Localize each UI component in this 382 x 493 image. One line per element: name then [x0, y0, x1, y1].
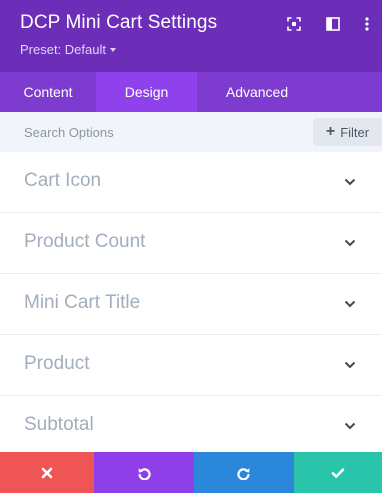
tab-content[interactable]: Content	[0, 72, 96, 112]
action-footer	[0, 452, 382, 493]
toggle-title: Product	[24, 353, 90, 374]
toggle-subtotal[interactable]: Subtotal	[0, 396, 382, 450]
sidebar-layout-icon[interactable]	[325, 16, 341, 32]
undo-button[interactable]	[94, 452, 194, 493]
toggle-title: Cart Icon	[24, 170, 102, 191]
settings-tabs: Content Design Advanced	[0, 72, 382, 112]
search-bar: + Filter	[0, 112, 382, 152]
fullscreen-icon[interactable]	[286, 16, 302, 32]
toggle-mini-cart-title[interactable]: Mini Cart Title	[0, 274, 382, 335]
toggle-cart-icon[interactable]: Cart Icon	[0, 152, 382, 213]
modal-title: DCP Mini Cart Settings	[20, 12, 218, 33]
redo-icon	[237, 467, 250, 480]
chevron-down-icon	[344, 422, 356, 430]
toggle-title: Subtotal	[24, 414, 94, 435]
toggle-product-count[interactable]: Product Count	[0, 213, 382, 274]
tab-design[interactable]: Design	[96, 72, 197, 112]
toggle-product[interactable]: Product	[0, 335, 382, 396]
filter-label: Filter	[340, 124, 370, 140]
chevron-down-icon	[344, 300, 356, 308]
redo-button[interactable]	[194, 452, 294, 493]
settings-header: DCP Mini Cart Settings Preset: Default	[0, 0, 382, 72]
chevron-down-icon	[344, 361, 356, 369]
preset-dropdown[interactable]: Preset: Default	[20, 42, 116, 57]
more-vertical-icon[interactable]	[359, 16, 375, 32]
close-icon	[41, 467, 53, 478]
undo-icon	[138, 467, 151, 480]
save-button[interactable]	[294, 452, 382, 493]
check-icon	[331, 467, 345, 478]
search-input[interactable]	[0, 112, 310, 152]
toggle-title: Mini Cart Title	[24, 292, 141, 313]
caret-down-icon	[110, 48, 116, 52]
tab-advanced[interactable]: Advanced	[197, 72, 317, 112]
chevron-down-icon	[344, 239, 356, 247]
filter-button[interactable]: + Filter	[313, 118, 382, 146]
plus-icon: +	[325, 122, 336, 140]
discard-button[interactable]	[0, 452, 94, 493]
chevron-down-icon	[344, 178, 356, 186]
toggle-title: Product Count	[24, 231, 146, 252]
preset-label: Preset: Default	[20, 42, 106, 57]
option-groups: Cart Icon Product Count Mini Cart Title …	[0, 152, 382, 450]
